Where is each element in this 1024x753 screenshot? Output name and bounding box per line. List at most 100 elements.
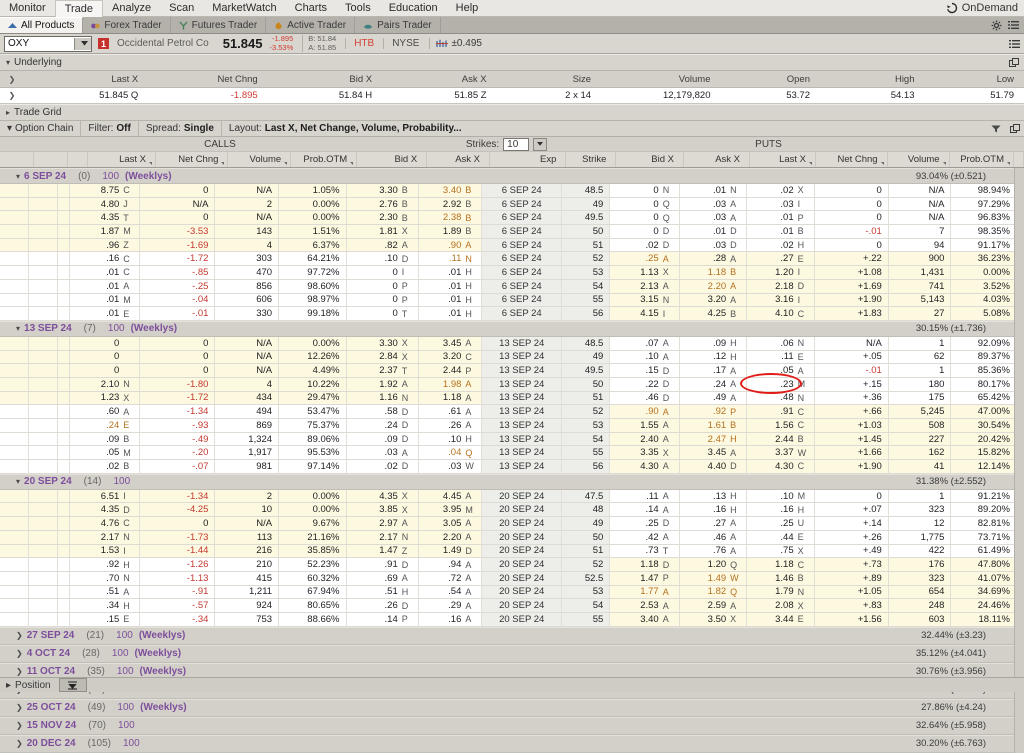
put-last-x[interactable]: .25U <box>747 517 814 530</box>
table-row[interactable]: 4.35T0N/A0.00%2.30B2.38B6 SEP 2449.50Q.0… <box>0 211 1024 225</box>
put-volume[interactable]: 5,143 <box>889 294 952 307</box>
call-prob-otm[interactable]: 21.16% <box>279 531 346 544</box>
call-prob-otm[interactable]: 35.85% <box>279 545 346 558</box>
row-gutter-left[interactable] <box>0 351 29 364</box>
put-prob-otm[interactable]: 30.54% <box>951 419 1017 432</box>
col-call-volume[interactable]: Volume <box>228 152 291 167</box>
expiration-cell[interactable]: 6 SEP 24 <box>482 280 562 293</box>
call-net-chng[interactable]: -4.25 <box>140 503 215 516</box>
call-prob-otm[interactable]: 98.60% <box>279 280 346 293</box>
put-net-chng[interactable]: +1.90 <box>815 460 889 473</box>
row-gutter-mid[interactable] <box>29 364 58 377</box>
put-volume[interactable]: 180 <box>889 378 952 391</box>
col-call-bid-x[interactable]: Bid X <box>357 152 427 167</box>
put-volume[interactable]: 94 <box>889 239 952 252</box>
put-volume[interactable]: 900 <box>889 252 952 265</box>
call-ask-x[interactable]: 3.95M <box>419 503 483 516</box>
expiration-cell[interactable]: 13 SEP 24 <box>482 460 562 473</box>
call-prob-otm[interactable]: 1.51% <box>279 225 346 238</box>
expiration-cell[interactable]: 20 SEP 24 <box>482 572 562 585</box>
call-net-chng[interactable]: 0 <box>140 184 215 197</box>
chevron-down-icon[interactable] <box>533 138 547 151</box>
call-last-x[interactable]: 8.75C <box>70 184 140 197</box>
call-prob-otm[interactable]: 0.00% <box>279 211 346 224</box>
put-bid-x[interactable]: .46D <box>610 392 679 405</box>
put-ask-x[interactable]: 3.50X <box>680 613 747 626</box>
call-net-chng[interactable]: -.57 <box>140 599 215 612</box>
expiration-cell[interactable]: 20 SEP 24 <box>482 517 562 530</box>
call-prob-otm[interactable]: 0.00% <box>279 198 346 211</box>
row-gutter-left[interactable] <box>0 517 29 530</box>
put-net-chng[interactable]: +.26 <box>815 531 889 544</box>
row-gutter-mid[interactable] <box>29 572 58 585</box>
expiration-cell[interactable]: 13 SEP 24 <box>482 405 562 418</box>
table-row[interactable]: .02B-.0798197.14%.02D.03W13 SEP 24564.30… <box>0 460 1024 474</box>
row-gutter-narrow[interactable] <box>58 613 70 626</box>
put-net-chng[interactable]: +.07 <box>815 503 889 516</box>
menu-item-monitor[interactable]: Monitor <box>0 1 55 16</box>
put-volume[interactable]: 422 <box>889 545 952 558</box>
table-row[interactable]: 2.17N-1.7311321.16%2.17N2.20A20 SEP 2450… <box>0 531 1024 545</box>
call-ask-x[interactable]: .16A <box>419 613 483 626</box>
caret-icon[interactable]: ▾ <box>16 324 20 333</box>
strike-cell[interactable]: 48 <box>562 503 610 516</box>
table-row[interactable]: .92H-1.2621052.23%.91D.94A20 SEP 24521.1… <box>0 558 1024 572</box>
call-last-x[interactable]: .16C <box>70 252 140 265</box>
expiration-cell[interactable]: 6 SEP 24 <box>482 266 562 279</box>
put-bid-x[interactable]: .15D <box>610 364 679 377</box>
row-gutter-mid[interactable] <box>29 392 58 405</box>
put-volume[interactable]: 12 <box>889 517 952 530</box>
strike-cell[interactable]: 47.5 <box>562 490 610 503</box>
expiration-cell[interactable]: 6 SEP 24 <box>482 198 562 211</box>
call-volume[interactable]: 434 <box>215 392 279 405</box>
call-prob-otm[interactable]: 60.32% <box>279 572 346 585</box>
put-net-chng[interactable]: 0 <box>815 184 889 197</box>
put-last-x[interactable]: .01B <box>747 225 814 238</box>
put-prob-otm[interactable]: 82.81% <box>951 517 1017 530</box>
put-bid-x[interactable]: 2.13A <box>610 280 679 293</box>
put-ask-x[interactable]: .01N <box>680 184 747 197</box>
put-bid-x[interactable]: 4.15I <box>610 307 679 320</box>
col-call-net-chng[interactable]: Net Chng <box>156 152 228 167</box>
call-bid-x[interactable]: 2.37T <box>347 364 419 377</box>
call-net-chng[interactable]: -3.53 <box>140 225 215 238</box>
row-gutter-narrow[interactable] <box>58 599 70 612</box>
call-volume[interactable]: N/A <box>215 337 279 350</box>
put-net-chng[interactable]: +1.45 <box>815 433 889 446</box>
call-last-x[interactable]: .05M <box>70 446 140 459</box>
row-gutter-mid[interactable] <box>29 586 58 599</box>
expiration-cell[interactable]: 20 SEP 24 <box>482 531 562 544</box>
expiration-group-header[interactable]: ▾13 SEP 24(7)100(Weeklys)30.15% (±1.736) <box>0 321 1024 337</box>
call-prob-otm[interactable]: 0.00% <box>279 503 346 516</box>
put-ask-x[interactable]: 1.20Q <box>680 558 747 571</box>
call-bid-x[interactable]: .09D <box>347 433 419 446</box>
row-gutter-narrow[interactable] <box>58 307 70 320</box>
put-net-chng[interactable]: 0 <box>815 490 889 503</box>
put-bid-x[interactable]: .25D <box>610 517 679 530</box>
caret-icon[interactable]: ▸ <box>6 680 11 691</box>
call-net-chng[interactable]: -.34 <box>140 613 215 626</box>
call-last-x[interactable]: .96Z <box>70 239 140 252</box>
put-prob-otm[interactable]: 85.36% <box>951 364 1017 377</box>
put-net-chng[interactable]: +.05 <box>815 351 889 364</box>
put-bid-x[interactable]: 1.55A <box>610 419 679 432</box>
call-last-x[interactable]: .02B <box>70 460 140 473</box>
expiration-group-header-collapsed[interactable]: ❯25 OCT 24(49)100(Weeklys)27.86% (±4.24) <box>0 699 1024 717</box>
expiration-cell[interactable]: 13 SEP 24 <box>482 419 562 432</box>
row-gutter-mid[interactable] <box>29 405 58 418</box>
call-volume[interactable]: 856 <box>215 280 279 293</box>
call-net-chng[interactable]: -1.34 <box>140 405 215 418</box>
call-last-x[interactable]: 1.53I <box>70 545 140 558</box>
put-ask-x[interactable]: .03A <box>680 211 747 224</box>
put-last-x[interactable]: 3.16I <box>747 294 814 307</box>
call-last-x[interactable]: .01M <box>70 294 140 307</box>
put-ask-x[interactable]: .27A <box>680 517 747 530</box>
row-gutter-narrow[interactable] <box>58 211 70 224</box>
call-ask-x[interactable]: 1.18A <box>419 392 483 405</box>
expiration-cell[interactable]: 13 SEP 24 <box>482 392 562 405</box>
strike-cell[interactable]: 49.5 <box>562 211 610 224</box>
table-row[interactable]: 4.35D-4.25100.00%3.85X3.95M20 SEP 2448.1… <box>0 503 1024 517</box>
put-last-x[interactable]: 2.44B <box>747 433 814 446</box>
put-last-x[interactable]: .75X <box>747 545 814 558</box>
call-net-chng[interactable]: -1.80 <box>140 378 215 391</box>
